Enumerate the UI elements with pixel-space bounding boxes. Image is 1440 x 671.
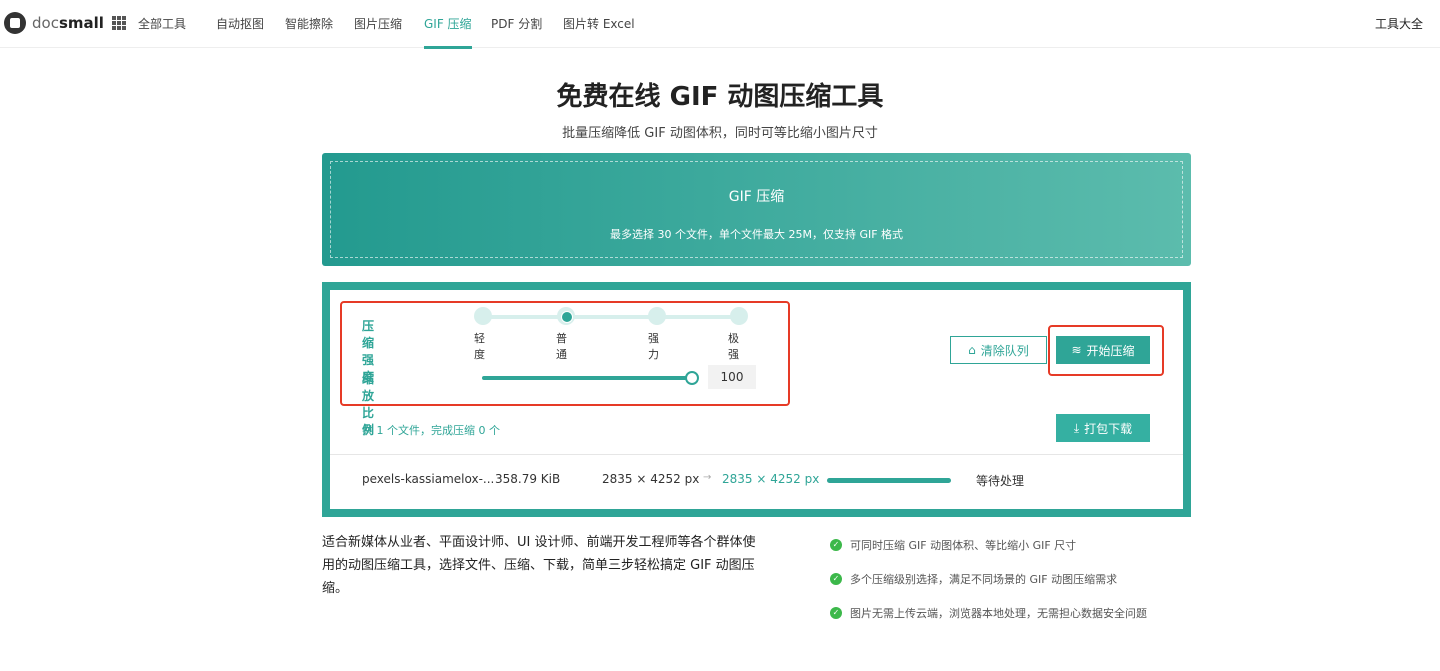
feature-text: 可同时压缩 GIF 动图体积、等比缩小 GIF 尺寸 xyxy=(850,539,1077,552)
level-extreme[interactable] xyxy=(730,307,748,325)
upload-description: 最多选择 30 个文件，单个文件最大 25M，仅支持 GIF 格式 xyxy=(609,228,904,241)
nav-all-tools[interactable]: 全部工具 xyxy=(138,15,186,32)
arrow-icon: → xyxy=(703,472,712,483)
level-label: 极强 xyxy=(728,332,739,361)
file-status: 等待处理 xyxy=(976,474,1025,488)
progress-bar xyxy=(827,478,951,483)
divider xyxy=(330,454,1183,455)
nav-tools-collection[interactable]: 工具大全 xyxy=(1375,15,1423,32)
upload-title: GIF 压缩 xyxy=(728,189,785,205)
level-label: 轻度 xyxy=(474,332,485,361)
broom-icon: ⌂ xyxy=(968,343,976,357)
compress-panel: 压缩强度 轻度 普通 强力 极强 缩放比例 100 ⌂ 清除队列 ≋ 开始压缩 共 … xyxy=(322,282,1191,517)
file-size: 358.79 KiB xyxy=(495,472,561,486)
clear-queue-button[interactable]: ⌂ 清除队列 xyxy=(950,336,1047,364)
clear-queue-label: 清除队列 xyxy=(980,343,1029,358)
feature-item: ✓ 多个压缩级别选择，满足不同场景的 GIF 动图压缩需求 xyxy=(830,571,1117,587)
level-label: 强力 xyxy=(648,332,659,361)
logo-text: doc xyxy=(32,14,59,32)
feature-text: 图片无需上传云端，浏览器本地处理，无需担心数据安全问题 xyxy=(850,607,1147,620)
file-name: pexels-kassiamelox-... xyxy=(362,472,495,486)
page-title: 免费在线 GIF 动图压缩工具 xyxy=(556,82,884,112)
top-nav: docsmall 全部工具 自动抠图 智能擦除 图片压缩 GIF 压缩 PDF … xyxy=(0,0,1440,49)
layers-icon: ≋ xyxy=(1071,343,1082,357)
feature-item: ✓ 图片无需上传云端，浏览器本地处理，无需担心数据安全问题 xyxy=(830,605,1147,621)
nav-item-smart-erase[interactable]: 智能擦除 xyxy=(285,15,333,32)
feature-text: 多个压缩级别选择，满足不同场景的 GIF 动图压缩需求 xyxy=(850,573,1118,586)
nav-item-auto-cutout[interactable]: 自动抠图 xyxy=(216,15,264,32)
page-subtitle: 批量压缩降低 GIF 动图体积，同时可等比缩小图片尺寸 xyxy=(562,126,878,141)
feature-item: ✓ 可同时压缩 GIF 动图体积、等比缩小 GIF 尺寸 xyxy=(830,537,1076,553)
file-count: 共 1 个文件，完成压缩 0 个 xyxy=(362,424,500,437)
logo[interactable]: docsmall xyxy=(4,12,104,34)
logo-text-bold: small xyxy=(58,14,104,32)
scale-slider[interactable] xyxy=(482,376,692,380)
nav-item-image-compress[interactable]: 图片压缩 xyxy=(354,15,402,32)
level-label: 普通 xyxy=(556,332,567,361)
download-icon: ⤓ xyxy=(1073,420,1080,435)
download-all-button[interactable]: ⤓ 打包下载 xyxy=(1056,414,1150,442)
nav-item-gif-compress[interactable]: GIF 压缩 xyxy=(424,15,472,49)
check-icon: ✓ xyxy=(830,573,842,585)
check-icon: ✓ xyxy=(830,539,842,551)
upload-area[interactable]: GIF 压缩 最多选择 30 个文件，单个文件最大 25M，仅支持 GIF 格式 xyxy=(322,153,1191,266)
check-icon: ✓ xyxy=(830,607,842,619)
original-dimensions: 2835 × 4252 px xyxy=(602,472,700,486)
level-normal[interactable] xyxy=(557,307,575,325)
apps-grid-icon[interactable] xyxy=(112,16,126,30)
new-dimensions: 2835 × 4252 px xyxy=(722,472,820,486)
logo-icon xyxy=(4,12,26,34)
nav-item-image-to-excel[interactable]: 图片转 Excel xyxy=(563,15,635,32)
tool-description: 适合新媒体从业者、平面设计师、UI 设计师、前端开发工程师等各个群体使用的动图压… xyxy=(322,535,756,596)
nav-item-pdf-split[interactable]: PDF 分割 xyxy=(491,15,542,32)
progress-fill xyxy=(827,478,951,483)
level-strong[interactable] xyxy=(648,307,666,325)
scale-input[interactable]: 100 xyxy=(708,365,756,389)
download-all-label: 打包下载 xyxy=(1084,421,1133,436)
start-compress-button[interactable]: ≋ 开始压缩 xyxy=(1056,336,1150,364)
strength-track xyxy=(482,315,747,319)
level-light[interactable] xyxy=(474,307,492,325)
start-compress-label: 开始压缩 xyxy=(1086,343,1135,358)
scale-slider-handle[interactable] xyxy=(685,371,699,385)
